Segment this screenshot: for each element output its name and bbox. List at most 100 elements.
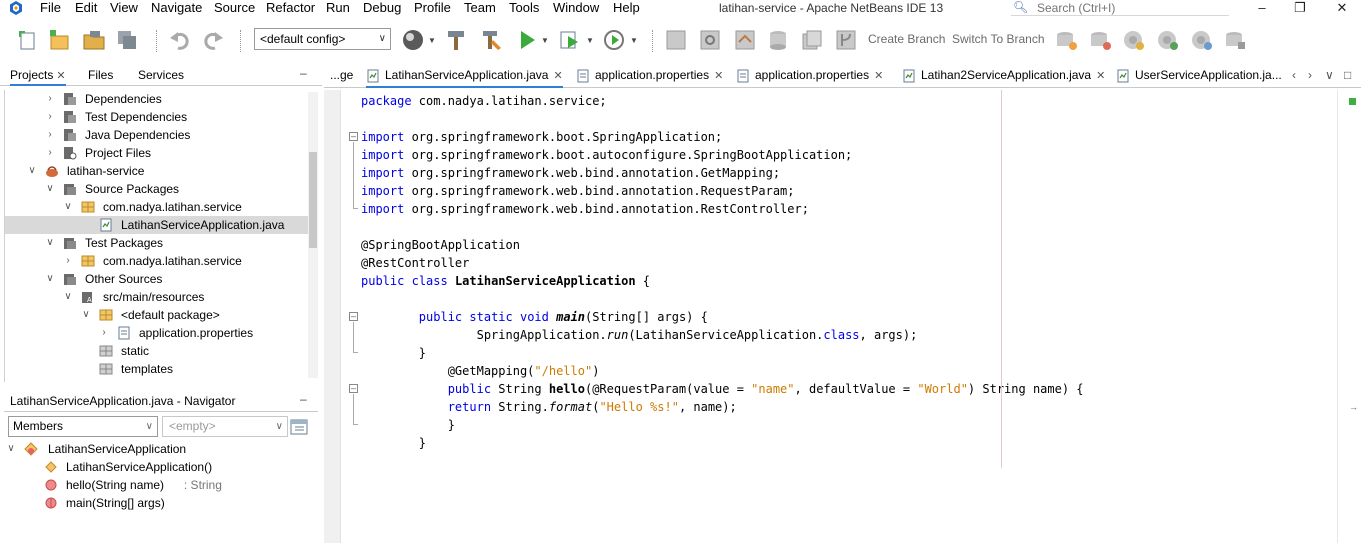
navigator-member[interactable]: hello(String name) : String (4, 476, 318, 494)
tree-item[interactable]: templates (5, 360, 309, 378)
new-project-icon[interactable] (48, 28, 72, 52)
chevron-down-icon[interactable]: ∨ (63, 288, 73, 306)
vcs-commit-icon[interactable] (733, 28, 757, 52)
menu-window[interactable]: Window (553, 0, 599, 16)
maximize-editor-icon[interactable]: □ (1344, 68, 1351, 82)
tree-item[interactable]: ∨ <default package> (5, 306, 309, 324)
menu-profile[interactable]: Profile (414, 0, 451, 16)
minimize-window-button[interactable]: ‒ (1252, 0, 1272, 16)
navigator-member[interactable]: LatihanServiceApplication() (4, 458, 318, 476)
minimize-panel-icon[interactable]: – (300, 392, 307, 406)
save-all-icon[interactable] (115, 28, 139, 52)
tree-item[interactable]: ∨ latihan-service (5, 162, 309, 180)
chevron-right-icon[interactable]: › (45, 108, 55, 126)
tabs-scroll-right-icon[interactable]: › (1308, 68, 1312, 82)
vcs-search-icon[interactable] (698, 28, 722, 52)
chevron-down-icon[interactable]: ∨ (6, 440, 16, 458)
open-project-icon[interactable] (82, 28, 106, 52)
fold-collapse-icon[interactable]: – (349, 132, 358, 141)
globe-icon[interactable] (401, 28, 425, 52)
search-icon[interactable]: 🔍︎ (1013, 0, 1028, 14)
tree-item[interactable]: static (5, 342, 309, 360)
config-select[interactable]: <default config> ∨ (254, 28, 391, 50)
close-window-button[interactable]: ✕ (1332, 0, 1352, 16)
vcs-diff-icon[interactable] (664, 28, 688, 52)
project-tree-scrollbar[interactable] (308, 92, 318, 378)
create-branch-button[interactable]: Create Branch (868, 32, 945, 46)
menu-source[interactable]: Source (214, 0, 255, 16)
vcs-history-icon[interactable] (800, 28, 824, 52)
minimize-panel-icon[interactable]: – (300, 66, 307, 80)
close-icon[interactable]: ✕ (1096, 70, 1105, 82)
chevron-down-icon[interactable]: ∨ (81, 306, 91, 324)
chevron-down-icon[interactable]: ∨ (45, 180, 55, 198)
chevron-right-icon[interactable]: › (45, 144, 55, 162)
tab-projects[interactable]: Projects ✕ (10, 68, 66, 86)
editor-tab[interactable]: LatihanServiceApplication.java ✕ (366, 64, 563, 88)
tab-services[interactable]: Services (138, 68, 184, 82)
editor-tab[interactable]: Latihan2ServiceApplication.java ✕ (902, 64, 1105, 88)
menu-view[interactable]: View (110, 0, 138, 16)
tabs-scroll-left-icon[interactable]: ‹ (1292, 68, 1296, 82)
caret-down-icon[interactable]: ▼ (541, 36, 549, 45)
redo-icon[interactable] (201, 28, 225, 52)
menu-navigate[interactable]: Navigate (151, 0, 202, 16)
chevron-down-icon[interactable]: ∨ (45, 234, 55, 252)
tree-item[interactable]: LatihanServiceApplication.java (5, 216, 309, 234)
navigator-class-row[interactable]: ∨ LatihanServiceApplication (4, 440, 318, 458)
chevron-right-icon[interactable]: › (63, 252, 73, 270)
quick-search-box[interactable]: 🔍︎ (1011, 0, 1229, 16)
navigator-member[interactable]: main(String[] args) (4, 494, 318, 512)
git-fetch-icon[interactable] (1054, 28, 1078, 52)
menu-refactor[interactable]: Refactor (266, 0, 315, 16)
profile-project-icon[interactable] (602, 28, 626, 52)
chevron-down-icon[interactable]: ∨ (63, 198, 73, 216)
tree-item[interactable]: ∨ Source Packages (5, 180, 309, 198)
fold-collapse-icon[interactable]: – (349, 384, 358, 393)
menu-debug[interactable]: Debug (363, 0, 401, 16)
caret-down-icon[interactable]: ▼ (586, 36, 594, 45)
tree-item[interactable]: ∨ Test Packages (5, 234, 309, 252)
editor-tab[interactable]: ...ge (330, 64, 353, 88)
git-pull-icon[interactable] (1088, 28, 1112, 52)
menu-tools[interactable]: Tools (509, 0, 539, 16)
menu-file[interactable]: File (40, 0, 61, 16)
caret-down-icon[interactable]: ▼ (428, 36, 436, 45)
editor-tab[interactable]: application.properties ✕ (736, 64, 883, 88)
tree-item[interactable]: › Test Dependencies (5, 108, 309, 126)
fold-collapse-icon[interactable]: – (349, 312, 358, 321)
clean-build-icon[interactable] (479, 28, 503, 52)
close-icon[interactable]: ✕ (56, 70, 65, 82)
git-tag-icon[interactable] (1223, 28, 1247, 52)
navigator-options-icon[interactable] (290, 418, 308, 436)
editor-tab[interactable]: UserServiceApplication.ja... (1116, 64, 1282, 88)
tree-item[interactable]: ∨ com.nadya.latihan.service (5, 198, 309, 216)
tab-files[interactable]: Files (88, 68, 113, 82)
menu-run[interactable]: Run (326, 0, 350, 16)
members-filter-select[interactable]: Members ∨ (8, 416, 158, 437)
switch-branch-button[interactable]: Switch To Branch (952, 32, 1045, 46)
git-push-icon[interactable] (1121, 28, 1145, 52)
close-icon[interactable]: ✕ (714, 70, 723, 82)
tree-item[interactable]: ∨ Asrc/main/resources (5, 288, 309, 306)
menu-help[interactable]: Help (613, 0, 640, 16)
run-project-icon[interactable] (515, 28, 539, 52)
tree-item[interactable]: › Project Files (5, 144, 309, 162)
git-merge-icon[interactable] (1155, 28, 1179, 52)
menu-edit[interactable]: Edit (75, 0, 97, 16)
tree-item[interactable]: › application.properties (5, 324, 309, 342)
editor-tab[interactable]: application.properties ✕ (576, 64, 723, 88)
chevron-right-icon[interactable]: › (45, 90, 55, 108)
debug-project-icon[interactable] (558, 28, 582, 52)
tree-item[interactable]: › com.nadya.latihan.service (5, 252, 309, 270)
undo-icon[interactable] (168, 28, 192, 52)
tabs-list-icon[interactable]: ∨ (1325, 68, 1334, 82)
caret-down-icon[interactable]: ▼ (630, 36, 638, 45)
tree-item[interactable]: ∨ Other Sources (5, 270, 309, 288)
code-editor[interactable]: package com.nadya.latihan.service; import… (361, 90, 1337, 543)
tree-item[interactable]: › Java Dependencies (5, 126, 309, 144)
chevron-down-icon[interactable]: ∨ (45, 270, 55, 288)
git-rebase-icon[interactable] (1189, 28, 1213, 52)
chevron-right-icon[interactable]: › (45, 126, 55, 144)
new-file-icon[interactable] (16, 28, 40, 52)
